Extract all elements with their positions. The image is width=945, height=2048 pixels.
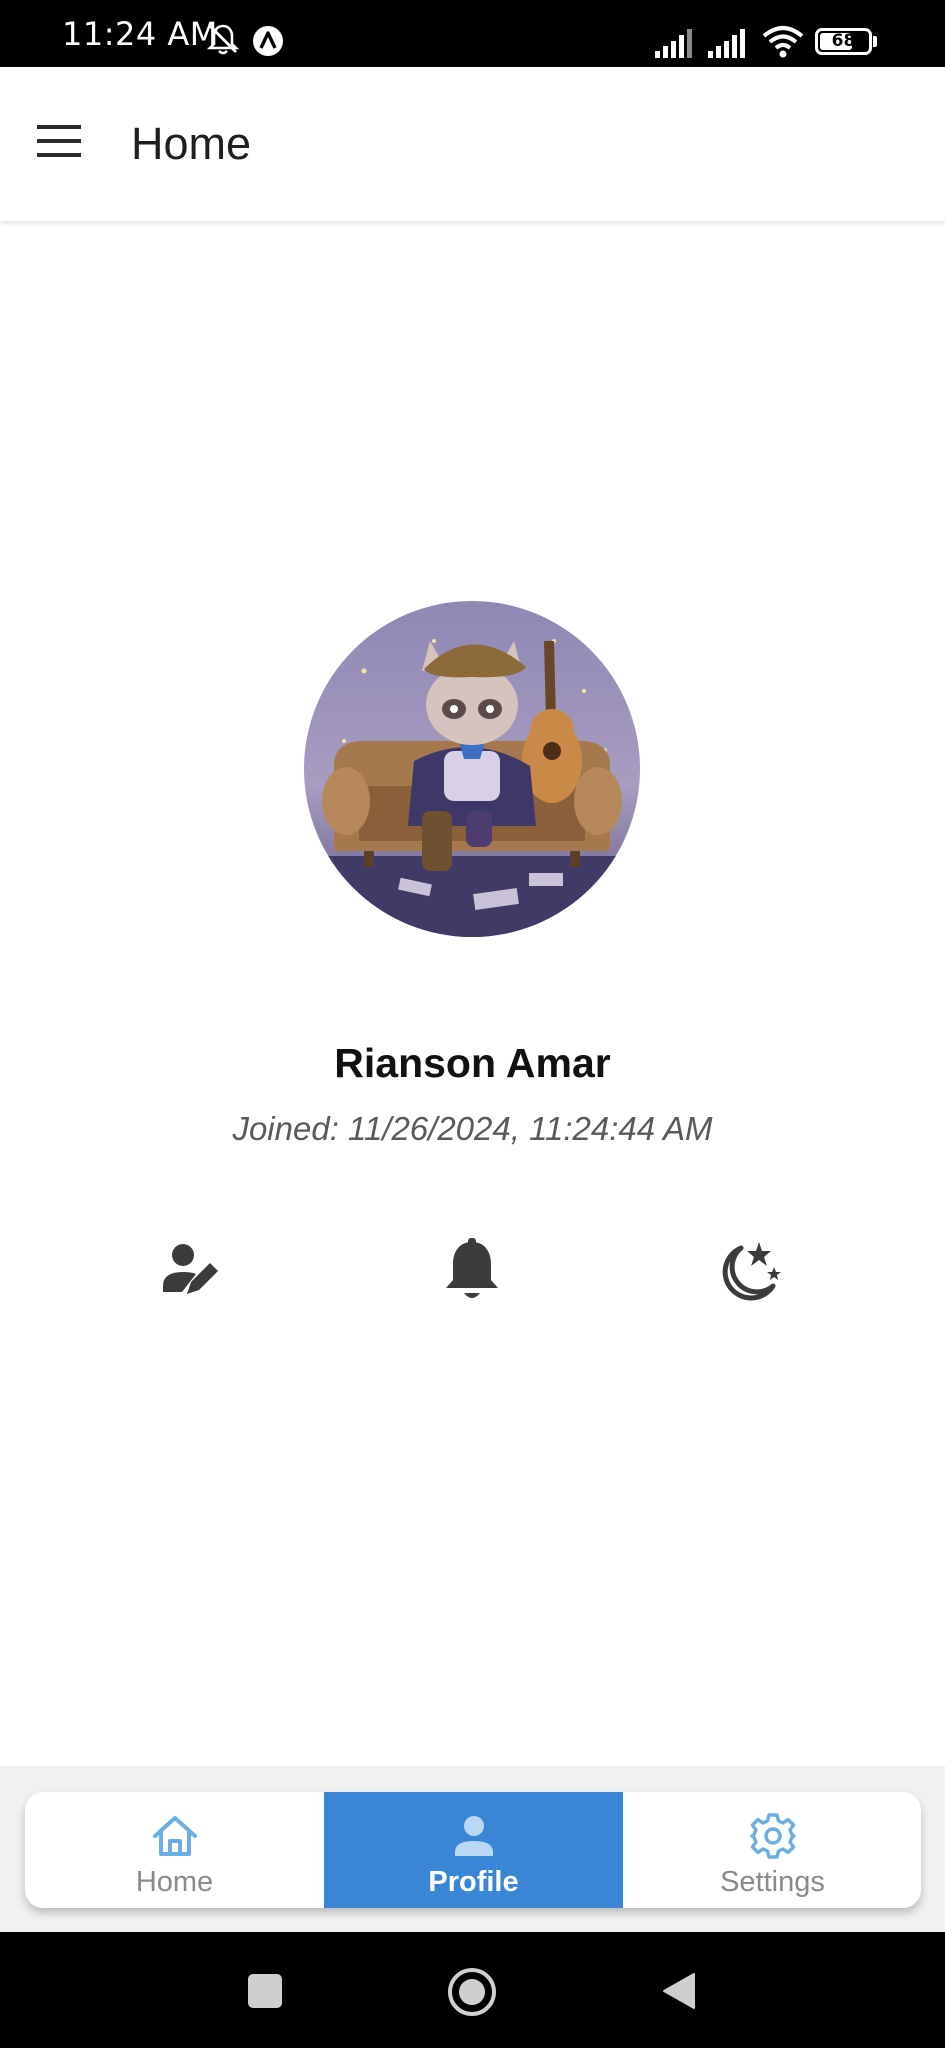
recents-square-icon[interactable] xyxy=(246,1972,284,2010)
nav-item-home[interactable]: Home xyxy=(25,1792,324,1908)
edit-profile-icon xyxy=(163,1244,218,1294)
home-icon xyxy=(153,1816,197,1856)
bottom-nav: Home Profile Settings xyxy=(25,1792,921,1908)
back-triangle-icon[interactable] xyxy=(658,1970,700,2012)
profile-joined-date: Joined: 11/26/2024, 11:24:44 AM xyxy=(232,1110,713,1147)
dark-mode-moon-icon xyxy=(722,1242,781,1301)
app-bar: Home xyxy=(0,67,945,221)
nav-item-settings[interactable]: Settings xyxy=(623,1792,921,1908)
avatar xyxy=(304,601,640,937)
dark-mode-button[interactable] xyxy=(715,1236,785,1306)
home-circle-icon[interactable] xyxy=(446,1966,498,2018)
hamburger-menu-icon xyxy=(37,125,81,157)
notifications-bell-icon xyxy=(446,1238,498,1298)
status-time: 11:24 AM xyxy=(62,15,218,53)
signal-icon xyxy=(708,29,745,58)
signal-icon xyxy=(655,29,692,58)
profile-name: Rianson Amar xyxy=(334,1040,611,1086)
battery-level-text: 68 xyxy=(831,31,856,51)
nav-item-profile[interactable]: Profile xyxy=(324,1792,623,1908)
gear-icon xyxy=(750,1813,796,1859)
nav-label-profile: Profile xyxy=(428,1866,519,1898)
nav-label-home: Home xyxy=(135,1866,214,1898)
bell-off-icon xyxy=(206,24,240,55)
page-title: Home xyxy=(131,118,252,169)
notifications-button[interactable] xyxy=(437,1236,507,1306)
menu-button[interactable] xyxy=(28,109,94,175)
avatar-illustration xyxy=(304,601,640,937)
battery-icon: 68 xyxy=(815,28,872,55)
person-icon xyxy=(455,1816,493,1856)
battery-cap xyxy=(873,36,877,47)
app-a-icon xyxy=(253,26,283,56)
wifi-icon xyxy=(762,26,804,58)
status-bar: 11:24 AM 68 xyxy=(0,0,945,67)
nav-label-settings: Settings xyxy=(720,1866,825,1898)
edit-profile-button[interactable] xyxy=(155,1236,225,1306)
